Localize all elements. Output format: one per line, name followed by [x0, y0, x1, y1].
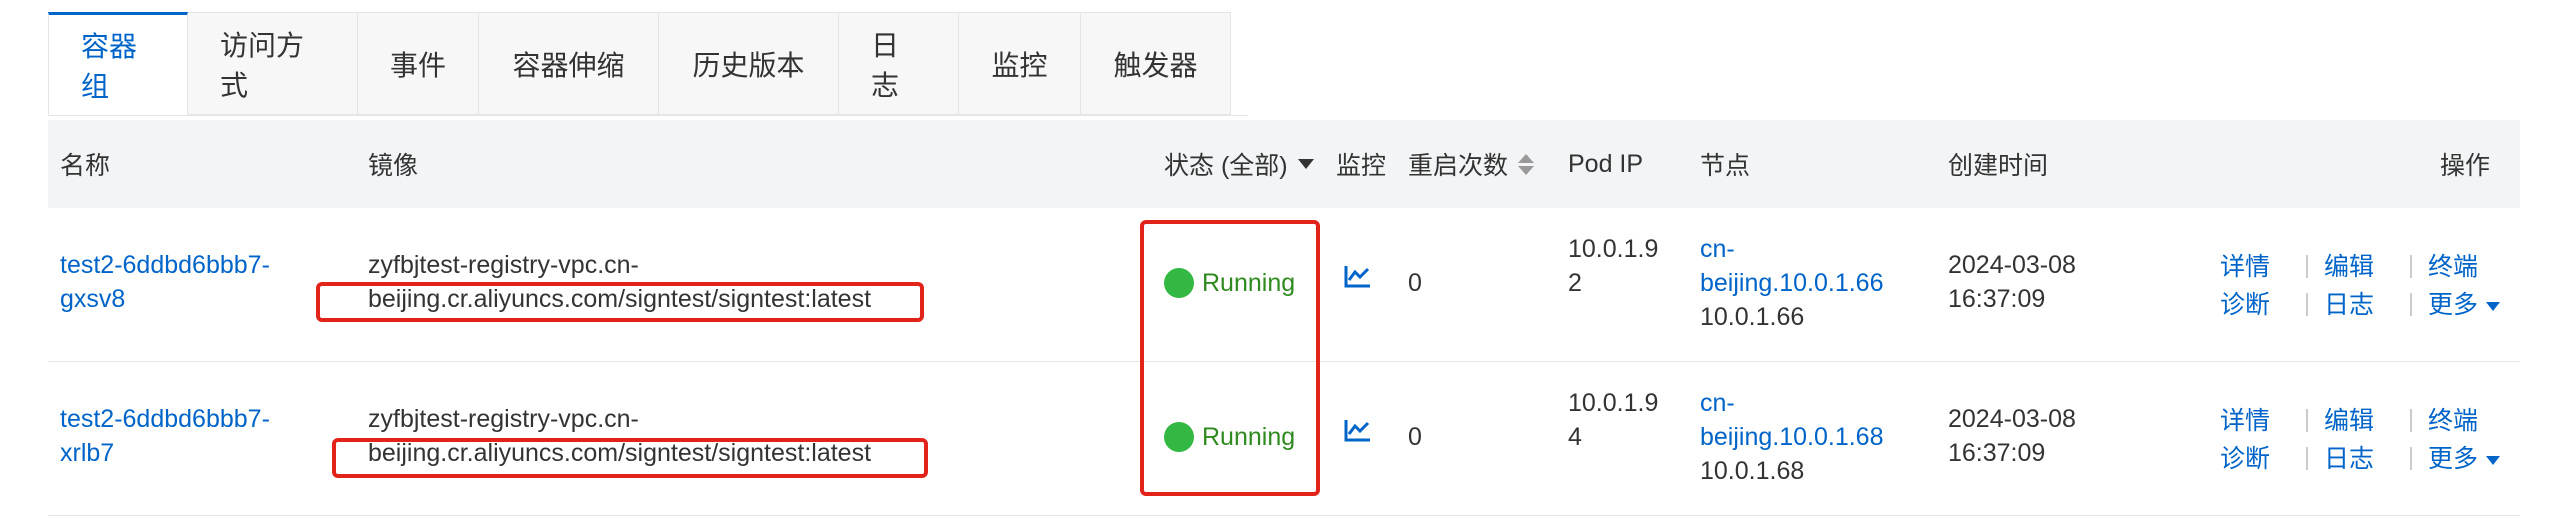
- column-node-label: 节点: [1700, 152, 1751, 180]
- node-line1: cn-: [1700, 389, 1735, 417]
- pod-name-link[interactable]: test2-6ddbd6bbb7- xrlb7: [60, 402, 270, 470]
- column-name-label: 名称: [60, 152, 111, 180]
- column-created: 创建时间: [1948, 120, 2048, 208]
- divider: |: [2407, 288, 2415, 317]
- divider: |: [2303, 250, 2311, 279]
- node-link[interactable]: cn- beijing.10.0.1.66: [1700, 232, 1883, 300]
- sort-icon: [1518, 153, 1535, 175]
- node-link[interactable]: cn- beijing.10.0.1.68: [1700, 386, 1883, 454]
- node-info: cn- beijing.10.0.1.68 10.0.1.68: [1700, 386, 1883, 488]
- tab-events[interactable]: 事件: [358, 12, 479, 115]
- created-clock: 16:37:09: [1948, 285, 2046, 313]
- filter-caret-icon: [1297, 159, 1314, 169]
- column-actions: 操作: [2440, 120, 2490, 208]
- image-line1: zyfbjtest-registry-vpc.cn-: [368, 251, 639, 279]
- chevron-down-icon: [2486, 301, 2501, 311]
- edit-link[interactable]: 编辑: [2324, 247, 2394, 283]
- tab-access-method[interactable]: 访问方式: [188, 12, 358, 115]
- diagnose-link[interactable]: 诊断: [2220, 285, 2290, 321]
- column-pod-ip-label: Pod IP: [1568, 149, 1644, 178]
- divider: |: [2407, 404, 2415, 433]
- column-monitor-label: 监控: [1336, 152, 1387, 180]
- table-header: 名称 镜像 状态 (全部) 监控 重启次数 Pod IP 节点 创建时间 操作: [48, 120, 2520, 208]
- divider: |: [2303, 442, 2311, 471]
- column-restarts-sort[interactable]: 重启次数: [1408, 120, 1535, 208]
- node-info: cn- beijing.10.0.1.66 10.0.1.66: [1700, 232, 1883, 334]
- node-ip: 10.0.1.66: [1700, 303, 1805, 331]
- tab-scaling[interactable]: 容器伸缩: [479, 12, 659, 115]
- pod-ip-line1: 10.0.1.9: [1568, 389, 1659, 417]
- column-image: 镜像: [368, 120, 418, 208]
- node-ip: 10.0.1.68: [1700, 457, 1805, 485]
- more-label: 更多: [2428, 445, 2479, 473]
- row-actions: 详情 | 编辑 | 终端 诊断 | 日志 | 更多: [2220, 246, 2520, 322]
- node-line2: beijing.10.0.1.66: [1700, 269, 1884, 297]
- created-clock: 16:37:09: [1948, 439, 2046, 467]
- edit-link[interactable]: 编辑: [2324, 401, 2394, 437]
- restart-count: 0: [1408, 269, 1422, 297]
- column-status-filter[interactable]: 状态 (全部): [1164, 120, 1314, 208]
- column-node: 节点: [1700, 120, 1750, 208]
- column-image-label: 镜像: [368, 152, 419, 180]
- more-label: 更多: [2428, 291, 2479, 319]
- pod-ip: 10.0.1.9 4: [1568, 386, 1658, 454]
- column-actions-label: 操作: [2439, 152, 2490, 180]
- divider: |: [2407, 442, 2415, 471]
- annotation-box-image-1: [316, 282, 924, 322]
- created-time: 2024-03-08 16:37:09: [1948, 402, 2076, 470]
- pod-ip: 10.0.1.9 2: [1568, 232, 1658, 300]
- tab-monitoring[interactable]: 监控: [959, 12, 1081, 115]
- annotation-box-image-2: [332, 438, 928, 478]
- details-link[interactable]: 详情: [2220, 247, 2290, 283]
- pod-name-line1: test2-6ddbd6bbb7-: [60, 405, 270, 433]
- terminal-link[interactable]: 终端: [2428, 401, 2498, 437]
- diagnose-link[interactable]: 诊断: [2220, 439, 2290, 475]
- divider: |: [2407, 250, 2415, 279]
- tab-bar: 容器组 访问方式 事件 容器伸缩 历史版本 日志 监控 触发器: [48, 12, 1248, 116]
- node-line1: cn-: [1700, 235, 1735, 263]
- details-link[interactable]: 详情: [2220, 401, 2290, 437]
- pod-name-line1: test2-6ddbd6bbb7-: [60, 251, 270, 279]
- pod-ip-line1: 10.0.1.9: [1568, 235, 1659, 263]
- column-created-label: 创建时间: [1948, 152, 2049, 180]
- tab-triggers[interactable]: 触发器: [1081, 12, 1231, 115]
- column-monitor: 监控: [1336, 120, 1386, 208]
- more-dropdown[interactable]: 更多: [2428, 285, 2501, 321]
- tab-logs[interactable]: 日志: [839, 12, 959, 115]
- pod-name-line2: gxsv8: [60, 285, 126, 313]
- logs-link[interactable]: 日志: [2324, 439, 2394, 475]
- pod-ip-line2: 2: [1568, 269, 1582, 297]
- created-date: 2024-03-08: [1948, 251, 2076, 279]
- logs-link[interactable]: 日志: [2324, 285, 2394, 321]
- terminal-link[interactable]: 终端: [2428, 247, 2498, 283]
- line-chart-icon[interactable]: [1344, 418, 1372, 452]
- divider: |: [2303, 288, 2311, 317]
- more-dropdown[interactable]: 更多: [2428, 439, 2501, 475]
- pod-name-link[interactable]: test2-6ddbd6bbb7- gxsv8: [60, 248, 270, 316]
- node-line2: beijing.10.0.1.68: [1700, 423, 1884, 451]
- chevron-down-icon: [2486, 455, 2501, 465]
- restart-count: 0: [1408, 423, 1422, 451]
- line-chart-icon[interactable]: [1344, 264, 1372, 298]
- annotation-box-status: [1140, 220, 1320, 496]
- row-actions: 详情 | 编辑 | 终端 诊断 | 日志 | 更多: [2220, 400, 2520, 476]
- created-time: 2024-03-08 16:37:09: [1948, 248, 2076, 316]
- column-pod-ip: Pod IP: [1568, 120, 1643, 208]
- tab-pods[interactable]: 容器组: [48, 12, 188, 115]
- column-name: 名称: [60, 120, 110, 208]
- image-line1: zyfbjtest-registry-vpc.cn-: [368, 405, 639, 433]
- created-date: 2024-03-08: [1948, 405, 2076, 433]
- tab-history[interactable]: 历史版本: [659, 12, 839, 115]
- column-status-label: 状态 (全部): [1164, 152, 1288, 180]
- divider: |: [2303, 404, 2311, 433]
- pod-ip-line2: 4: [1568, 423, 1582, 451]
- pod-name-line2: xrlb7: [60, 439, 115, 467]
- column-restarts-label: 重启次数: [1408, 152, 1509, 180]
